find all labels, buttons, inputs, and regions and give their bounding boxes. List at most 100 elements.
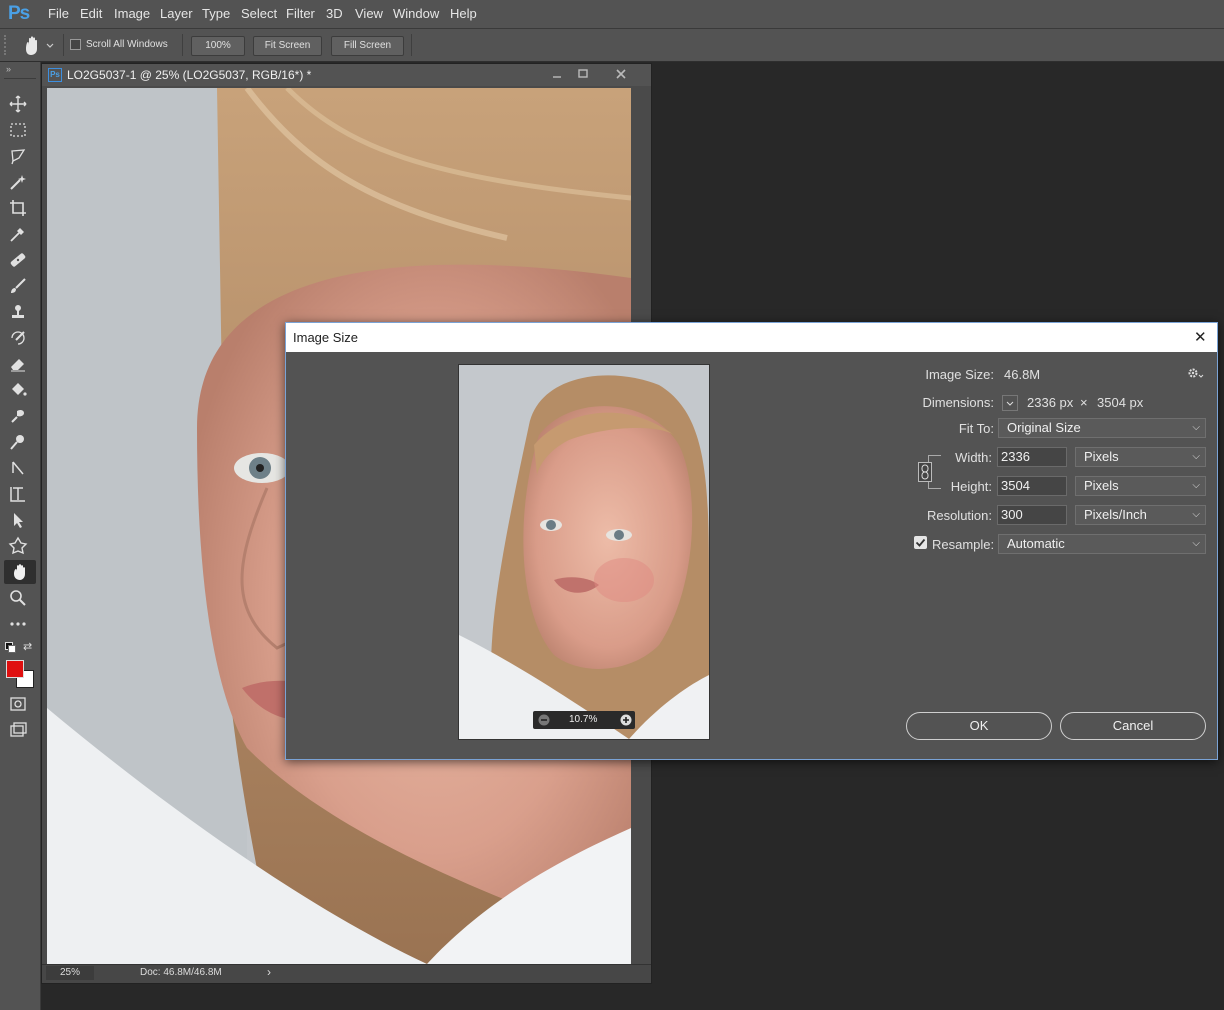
- close-window-button[interactable]: [614, 67, 628, 81]
- crop-tool[interactable]: [8, 198, 32, 220]
- height-label: Height:: [950, 479, 992, 494]
- hand-icon: [26, 36, 54, 55]
- document-tab[interactable]: Ps LO2G5037-1 @ 25% (LO2G5037, RGB/16*) …: [42, 64, 651, 86]
- more-tools[interactable]: [8, 614, 32, 636]
- history-brush-tool[interactable]: [8, 328, 32, 350]
- brush-tool[interactable]: [8, 276, 32, 298]
- preview-pane[interactable]: 10.7%: [458, 364, 710, 740]
- menu-bar: Ps File Edit Image Layer Type Select Fil…: [0, 0, 1224, 29]
- menu-view[interactable]: View: [355, 6, 383, 21]
- eraser-tool[interactable]: [8, 354, 32, 376]
- zoom-level-field[interactable]: 25%: [46, 966, 94, 980]
- foreground-color-swatch[interactable]: [6, 660, 24, 678]
- maximize-button[interactable]: [576, 67, 590, 81]
- status-menu-arrow-icon[interactable]: ›: [267, 965, 271, 979]
- chevron-down-icon: ⌵: [1192, 422, 1200, 433]
- chevron-down-icon: ⌵: [1192, 538, 1200, 549]
- marquee-tool[interactable]: [8, 120, 32, 142]
- type-icon: [10, 487, 25, 502]
- paint-bucket-icon: [12, 383, 27, 396]
- resolution-label: Resolution:: [926, 508, 992, 523]
- menu-image[interactable]: Image: [114, 6, 150, 21]
- zoom-in-button[interactable]: [619, 713, 633, 727]
- toolbox-collapse-icon[interactable]: »: [6, 64, 11, 74]
- zoom-icon: [10, 590, 26, 606]
- fill-screen-button[interactable]: Fill Screen: [331, 36, 404, 56]
- app-logo: Ps: [8, 3, 30, 24]
- close-icon: [616, 69, 626, 79]
- lasso-tool[interactable]: [8, 146, 32, 168]
- zoom-100-button[interactable]: 100%: [191, 36, 245, 56]
- chevron-down-icon: ⌵: [1192, 451, 1200, 462]
- chevron-down-icon: ⌵: [1192, 509, 1200, 520]
- checkmark-icon: [915, 538, 926, 547]
- height-input[interactable]: 3504: [997, 476, 1067, 496]
- menu-select[interactable]: Select: [241, 6, 277, 21]
- tool-preset-picker[interactable]: [20, 34, 60, 56]
- options-grip[interactable]: [4, 35, 10, 55]
- brush-icon: [11, 278, 26, 293]
- cancel-button[interactable]: Cancel: [1060, 712, 1206, 740]
- width-unit-value: Pixels: [1084, 449, 1119, 464]
- menu-help[interactable]: Help: [450, 6, 477, 21]
- healing-brush-tool[interactable]: [8, 250, 32, 272]
- ok-button[interactable]: OK: [906, 712, 1052, 740]
- ps-file-icon: Ps: [48, 68, 62, 82]
- dimensions-unit-dropdown[interactable]: [1002, 395, 1018, 411]
- eyedropper-tool[interactable]: [8, 224, 32, 246]
- eyedropper-icon: [10, 228, 24, 242]
- scroll-all-windows-label: Scroll All Windows: [86, 39, 168, 50]
- pen-icon: [12, 461, 24, 475]
- menu-type[interactable]: Type: [202, 6, 230, 21]
- resolution-unit-select[interactable]: Pixels/Inch ⌵: [1075, 505, 1206, 525]
- chevron-down-icon: [46, 43, 54, 48]
- menu-filter[interactable]: Filter: [286, 6, 315, 21]
- stamp-icon: [12, 305, 24, 318]
- width-input[interactable]: 2336: [997, 447, 1067, 467]
- resolution-input[interactable]: 300: [997, 505, 1067, 525]
- resample-checkbox[interactable]: [914, 536, 927, 549]
- screen-mode-button[interactable]: [8, 720, 32, 742]
- path-select-tool[interactable]: [8, 510, 32, 532]
- menu-3d[interactable]: 3D: [326, 6, 343, 21]
- swap-colors-icon[interactable]: ⇄: [23, 640, 32, 653]
- fit-to-select[interactable]: Original Size ⌵: [998, 418, 1206, 438]
- menu-edit[interactable]: Edit: [80, 6, 102, 21]
- dodge-tool[interactable]: [8, 432, 32, 454]
- resample-select[interactable]: Automatic ⌵: [998, 534, 1206, 554]
- smudge-tool[interactable]: [8, 406, 32, 428]
- dialog-title-bar[interactable]: Image Size ✕: [286, 323, 1217, 352]
- stamp-tool[interactable]: [8, 302, 32, 324]
- path-select-icon: [14, 513, 23, 528]
- menu-layer[interactable]: Layer: [160, 6, 193, 21]
- zoom-out-icon: [538, 714, 550, 726]
- type-tool[interactable]: [8, 484, 32, 506]
- fit-screen-button[interactable]: Fit Screen: [253, 36, 322, 56]
- zoom-tool[interactable]: [8, 588, 32, 610]
- quick-select-tool[interactable]: [8, 172, 32, 194]
- image-size-label: Image Size:: [925, 367, 994, 382]
- hand-tool[interactable]: [4, 560, 36, 584]
- zoom-out-button[interactable]: [537, 713, 551, 727]
- default-colors-icon[interactable]: [5, 642, 16, 653]
- dialog-close-button[interactable]: ✕: [1194, 328, 1207, 346]
- menu-file[interactable]: File: [48, 6, 69, 21]
- zoom-in-icon: [620, 714, 632, 726]
- menu-window[interactable]: Window: [393, 6, 439, 21]
- more-icon: [10, 622, 26, 626]
- paint-bucket-tool[interactable]: [8, 380, 32, 402]
- move-tool[interactable]: [8, 94, 32, 116]
- eraser-icon: [11, 359, 25, 372]
- width-unit-select[interactable]: Pixels ⌵: [1075, 447, 1206, 467]
- chevron-down-icon: ⌵: [1192, 480, 1200, 491]
- scroll-all-windows-checkbox[interactable]: [70, 39, 81, 50]
- height-unit-select[interactable]: Pixels ⌵: [1075, 476, 1206, 496]
- doc-size-info: Doc: 46.8M/46.8M: [140, 967, 222, 978]
- pen-tool[interactable]: [8, 458, 32, 480]
- gear-icon: [1188, 368, 1204, 378]
- minimize-button[interactable]: [550, 67, 564, 81]
- settings-menu-button[interactable]: [1186, 365, 1204, 381]
- shape-tool[interactable]: [8, 536, 32, 558]
- status-bar: 25% Doc: 46.8M/46.8M ›: [42, 964, 651, 983]
- quick-mask-button[interactable]: [8, 694, 32, 716]
